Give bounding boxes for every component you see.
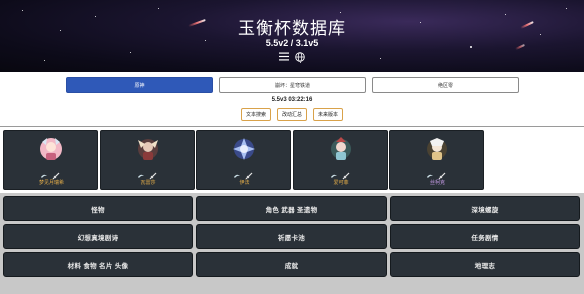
weapon-icon: [245, 167, 253, 180]
materials-food-namecards-avatars-button[interactable]: 材料 食物 名片 头像: [3, 252, 193, 277]
future-version-button[interactable]: 未来版本: [313, 108, 344, 121]
header-banner: 玉衡杯数据库 5.5v2 / 3.1v5: [0, 0, 584, 72]
quests-button[interactable]: 任务剧情: [390, 224, 580, 249]
imaginarium-theater-button[interactable]: 幻想真境剧诗: [3, 224, 193, 249]
character-card[interactable]: 丝柯克: [389, 130, 484, 190]
character-portrait-icon: [233, 138, 255, 160]
element-icon: [40, 167, 48, 178]
tab-genshin[interactable]: 原神: [66, 77, 213, 93]
text-search-button[interactable]: 文本搜索: [240, 108, 271, 121]
weapon-icon: [438, 167, 446, 180]
character-portrait-icon: [40, 138, 62, 160]
weapon-icon: [149, 167, 157, 180]
weapon-icon: [52, 167, 60, 180]
character-card[interactable]: 梦见月瑞希: [3, 130, 98, 190]
wish-banners-button[interactable]: 祈愿卡池: [196, 224, 387, 249]
character-portrait-icon: [330, 137, 351, 160]
tab-star-rail[interactable]: 崩坏：星穹铁道: [219, 77, 366, 93]
character-portrait-icon: [427, 138, 447, 160]
character-name: 瓦雷莎: [140, 180, 156, 186]
monsters-button[interactable]: 怪物: [3, 196, 193, 221]
game-tabs: 原神 崩坏：星穹铁道 绝区零: [66, 77, 519, 93]
element-icon: [330, 167, 338, 178]
sub-button-bar: 文本搜索 改动汇总 未来版本: [0, 108, 584, 121]
site-version: 5.5v2 / 3.1v5: [265, 38, 319, 48]
header-icon-bar: [0, 51, 584, 62]
character-name: 爱可菲: [333, 180, 349, 186]
character-name: 伊法: [239, 180, 250, 186]
character-name: 丝柯克: [429, 180, 445, 186]
category-grid: 怪物 角色 武器 圣遗物 深境螺旋 幻想真境剧诗 祈愿卡池 任务剧情 材料 食物…: [3, 196, 581, 277]
weapon-icon: [342, 167, 350, 180]
element-icon: [426, 167, 434, 178]
globe-icon[interactable]: [295, 51, 306, 62]
element-icon: [233, 167, 241, 178]
changes-summary-button[interactable]: 改动汇总: [276, 108, 307, 121]
character-card[interactable]: 瓦雷莎: [99, 130, 195, 190]
version-timestamp: 5.5v3 03:22:16: [271, 97, 313, 103]
site-title: 玉衡杯数据库: [238, 19, 346, 39]
characters-weapons-artifacts-button[interactable]: 角色 武器 圣遗物: [196, 196, 387, 221]
character-portrait-icon: [137, 139, 158, 160]
menu-icon[interactable]: [279, 51, 290, 62]
character-card[interactable]: 伊法: [196, 130, 291, 190]
character-card[interactable]: 爱可菲: [292, 130, 388, 190]
tab-zenless[interactable]: 绝区零: [372, 77, 519, 93]
divider: [0, 126, 584, 127]
character-cards: 梦见月瑞希 瓦雷莎 伊法 爱可菲 丝柯克: [3, 130, 484, 190]
spiral-abyss-button[interactable]: 深境螺旋: [390, 196, 580, 221]
character-name: 梦见月瑞希: [38, 180, 64, 186]
element-icon: [137, 167, 145, 178]
geography-button[interactable]: 地理志: [390, 252, 580, 277]
achievements-button[interactable]: 成就: [196, 252, 387, 277]
